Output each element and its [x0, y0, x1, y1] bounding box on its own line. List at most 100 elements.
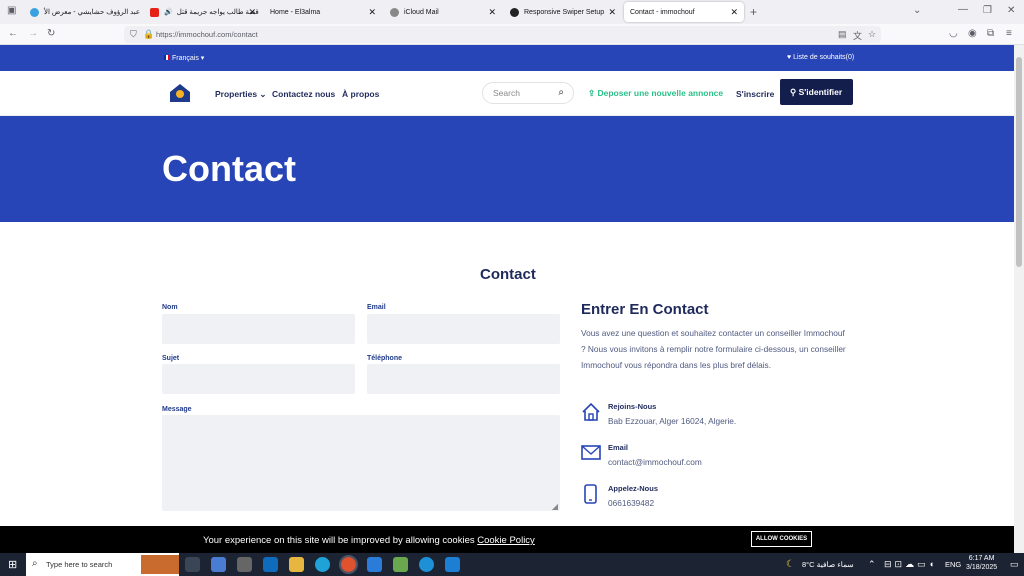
scrollbar-thumb[interactable]: [1016, 57, 1022, 267]
tab-2[interactable]: Home - El3alma ✕: [264, 2, 382, 22]
cookie-policy-link[interactable]: Cookie Policy: [477, 535, 535, 546]
phone-info-value[interactable]: 0661639482: [608, 498, 654, 508]
email-info-value[interactable]: contact@immochouf.com: [608, 457, 702, 467]
close-tab-icon[interactable]: ✕: [608, 7, 616, 18]
extensions-icon[interactable]: ⧉: [987, 28, 994, 39]
cookie-text: Your experience on this site will be imp…: [203, 535, 535, 546]
url-bar[interactable]: ⛉ 🔒 https://immochouf.com/contact ▤ 文 ☆: [124, 26, 881, 43]
email-info-label: Email: [608, 443, 629, 452]
message-textarea[interactable]: ◢: [162, 415, 560, 511]
edge-icon[interactable]: [315, 557, 330, 572]
moon-icon: ☾: [786, 559, 795, 570]
info-title: Entrer En Contact: [581, 301, 709, 318]
reader-view-icon[interactable]: ▤: [838, 29, 847, 40]
url-text[interactable]: https://immochouf.com/contact: [156, 30, 258, 39]
task-view-icon[interactable]: [185, 557, 200, 572]
email-field[interactable]: [367, 314, 560, 344]
nav-properties[interactable]: Properties ⌄: [215, 89, 267, 100]
login-button[interactable]: ⚲ S'identifier: [780, 79, 853, 105]
back-icon[interactable]: ←: [8, 28, 18, 39]
language-selector[interactable]: Français ▾: [164, 54, 204, 62]
resize-handle-icon[interactable]: ◢: [552, 502, 558, 511]
phone-icon: [584, 484, 597, 504]
windows-start-icon[interactable]: ⊞: [8, 558, 17, 571]
menu-icon[interactable]: ≡: [1006, 28, 1012, 39]
wishlist-link[interactable]: ♥ Liste de souhaits(0): [787, 54, 854, 61]
language-indicator[interactable]: ENG: [945, 560, 961, 569]
upload-icon: ⇪: [588, 88, 596, 98]
page-title: Contact: [162, 148, 296, 189]
docker-icon[interactable]: [419, 557, 434, 572]
top-strip: Français ▾ ♥ Liste de souhaits(0): [0, 45, 1014, 71]
translate-icon[interactable]: 文: [853, 29, 862, 42]
register-link[interactable]: S'inscrire: [736, 89, 774, 99]
flag-fr-icon: [164, 55, 170, 60]
phone-field[interactable]: [367, 364, 560, 394]
wishlist-label: Liste de souhaits(0): [793, 54, 855, 61]
tab-0[interactable]: عبد الرؤوف حشايشي - معرض الأ: [24, 2, 144, 22]
restore-icon[interactable]: ❐: [983, 5, 992, 16]
account-icon[interactable]: ◉: [968, 28, 977, 39]
search-icon[interactable]: ⌕: [558, 87, 564, 98]
browser-tab-bar: ▣ عبد الرؤوف حشايشي - معرض الأ 🔊 قصة طال…: [0, 0, 1024, 24]
nav-contact[interactable]: Contactez nous: [272, 89, 335, 99]
list-tabs-icon[interactable]: ⌄: [913, 5, 921, 16]
bookmark-star-icon[interactable]: ☆: [868, 29, 876, 40]
address-label: Rejoins-Nous: [608, 402, 657, 411]
close-tab-icon[interactable]: ✕: [488, 7, 496, 18]
nav-about[interactable]: À propos: [342, 89, 379, 99]
reload-icon[interactable]: ↻: [47, 28, 55, 39]
vscode-icon[interactable]: [445, 557, 460, 572]
email-label: Email: [367, 304, 386, 311]
store-icon[interactable]: [237, 557, 252, 572]
forward-icon[interactable]: →: [28, 28, 38, 39]
close-tab-icon[interactable]: ✕: [368, 7, 376, 18]
post-ad-link[interactable]: ⇪ Deposer une nouvelle annonce: [588, 88, 723, 99]
shield-icon[interactable]: ⛉: [130, 29, 137, 40]
taskbar-search-input[interactable]: ⌕ Type here to search: [26, 553, 179, 576]
hero-banner: Contact: [0, 116, 1014, 222]
tab-1[interactable]: 🔊 قصة طالب يواجه جريمة قتل ✕: [144, 2, 262, 22]
tab-title: Home - El3alma: [270, 8, 321, 16]
subject-label: Sujet: [162, 355, 180, 362]
tray-icons[interactable]: ⊟⊡☁▭◖: [884, 559, 937, 570]
chevron-up-icon[interactable]: ⌃: [868, 559, 876, 570]
notification-icon[interactable]: ▭: [1010, 559, 1019, 570]
outlook-icon[interactable]: [263, 557, 278, 572]
subject-field[interactable]: [162, 364, 355, 394]
search-input[interactable]: Search ⌕: [482, 82, 574, 104]
tab-overview-icon[interactable]: ▣: [7, 5, 16, 16]
file-explorer-icon[interactable]: [289, 557, 304, 572]
new-tab-icon[interactable]: +: [750, 5, 757, 19]
copilot-icon[interactable]: [211, 557, 226, 572]
youtube-icon: [150, 7, 159, 17]
clock[interactable]: 6:17 AM 3/18/2025: [966, 555, 997, 571]
tab-5[interactable]: Contact - immochouf ✕: [624, 2, 744, 22]
close-window-icon[interactable]: ✕: [1007, 5, 1015, 16]
close-tab-icon[interactable]: ✕: [730, 7, 738, 18]
close-tab-icon[interactable]: ✕: [248, 7, 256, 18]
apple-icon: [390, 7, 399, 17]
page-scrollbar[interactable]: [1014, 45, 1024, 553]
weather-text[interactable]: 8°C سماء صافية: [802, 560, 854, 569]
address-value: Bab Ezzouar, Alger 16024, Algerie.: [608, 416, 737, 426]
search-icon: ⌕: [32, 558, 38, 569]
tab-4[interactable]: Responsive Swiper Setup ✕: [504, 2, 622, 22]
info-text: Vous avez une question et souhaitez cont…: [581, 328, 846, 370]
lock-icon[interactable]: 🔒: [143, 29, 154, 40]
cookie-banner: Your experience on this site will be imp…: [0, 526, 1014, 553]
notepad-icon[interactable]: [393, 557, 408, 572]
app-icon[interactable]: [367, 557, 382, 572]
allow-cookies-button[interactable]: ALLOW COOKIES: [751, 531, 812, 547]
name-field[interactable]: [162, 314, 355, 344]
login-label: S'identifier: [798, 87, 843, 97]
name-label: Nom: [162, 304, 178, 311]
pocket-icon[interactable]: ◡: [949, 28, 958, 39]
firefox-icon[interactable]: [339, 555, 358, 574]
minimize-icon[interactable]: —: [958, 4, 968, 15]
tab-3[interactable]: iCloud Mail ✕: [384, 2, 502, 22]
speaker-icon[interactable]: 🔊: [164, 8, 173, 16]
section-title: Contact: [480, 266, 536, 283]
site-logo[interactable]: [168, 82, 192, 106]
envelope-icon: [581, 445, 601, 460]
